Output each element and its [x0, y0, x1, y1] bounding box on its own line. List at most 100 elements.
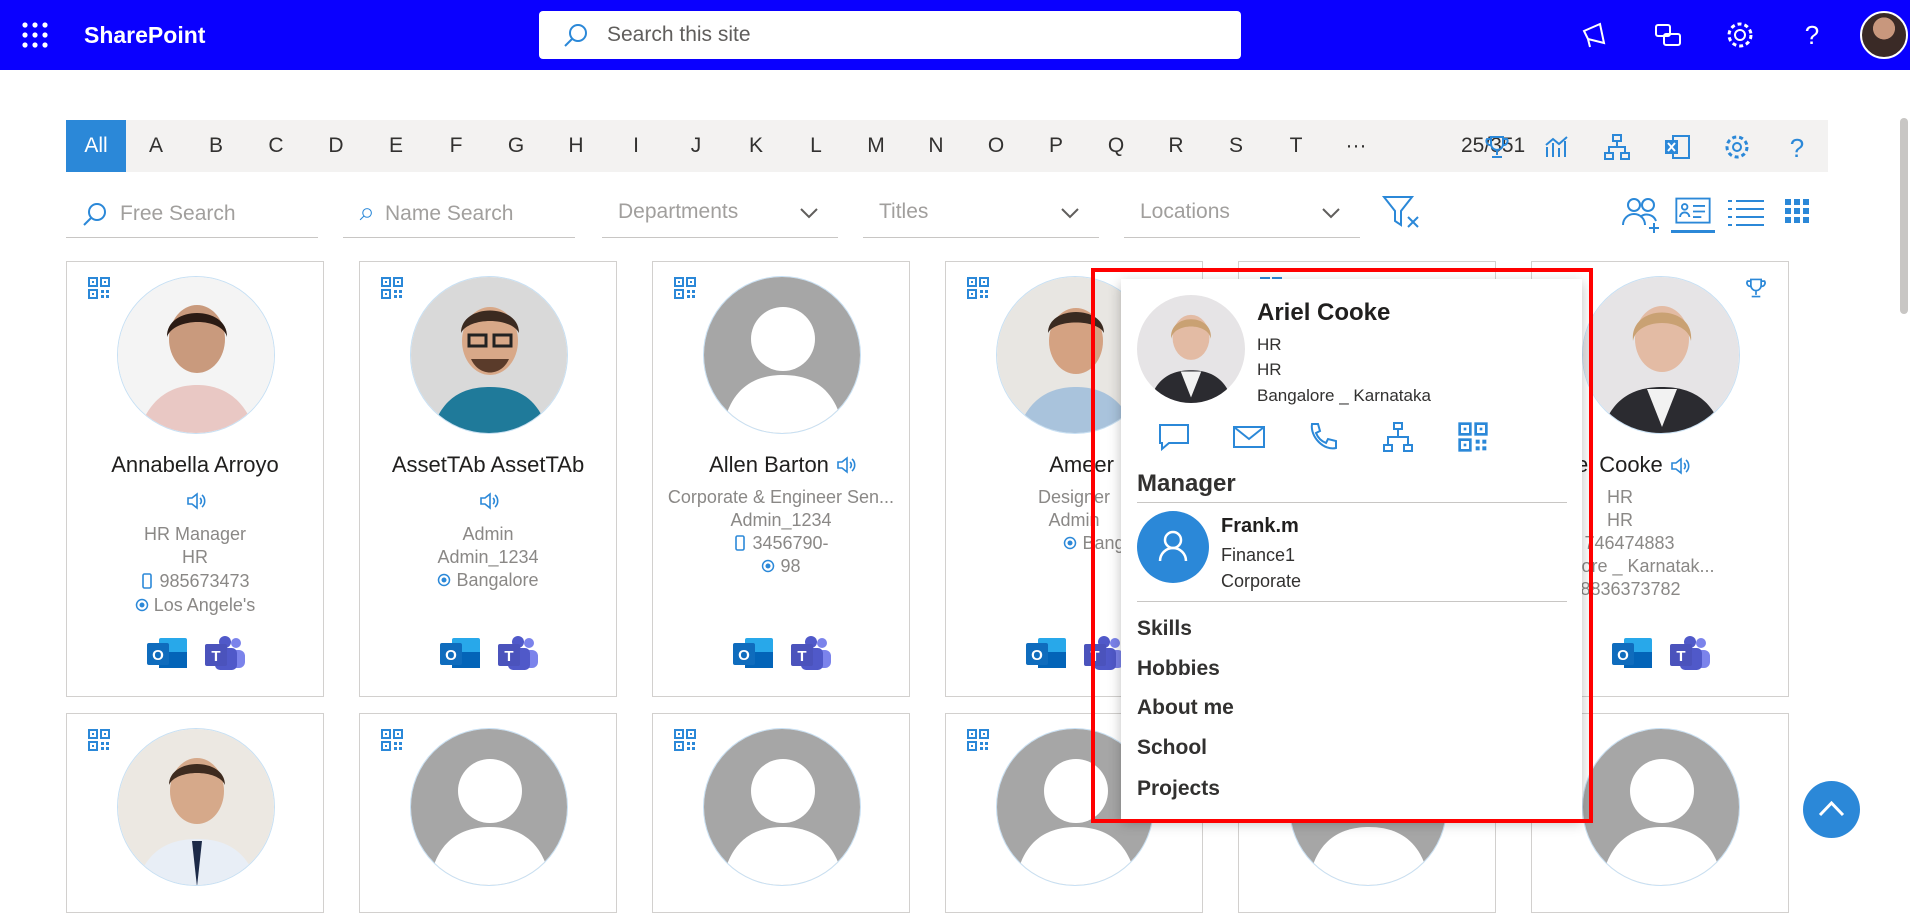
- qr-code-icon[interactable]: [966, 276, 990, 300]
- chart-icon[interactable]: [1543, 133, 1571, 161]
- qr-code-icon[interactable]: [673, 276, 697, 300]
- org-chart-icon[interactable]: [1603, 133, 1631, 161]
- user-avatar[interactable]: [1860, 11, 1908, 59]
- search-icon: [564, 24, 587, 47]
- person-card[interactable]: [66, 713, 324, 913]
- letter-l[interactable]: L: [796, 120, 836, 172]
- location-icon: [761, 559, 775, 573]
- trophy-icon[interactable]: [1744, 276, 1768, 300]
- question-icon[interactable]: ?: [1794, 17, 1830, 53]
- letter-h[interactable]: H: [556, 120, 596, 172]
- qr-code-icon[interactable]: [673, 728, 697, 752]
- person-name[interactable]: Annabella Arroyo: [67, 452, 323, 478]
- teams-icon[interactable]: [789, 634, 833, 674]
- outlook-icon[interactable]: [145, 634, 189, 674]
- outlook-icon[interactable]: [731, 634, 775, 674]
- letter-g[interactable]: G: [496, 120, 536, 172]
- letter-j[interactable]: J: [676, 120, 716, 172]
- letter-c[interactable]: C: [256, 120, 296, 172]
- name-search-input[interactable]: [385, 201, 575, 226]
- letter-d[interactable]: D: [316, 120, 356, 172]
- person-card[interactable]: [359, 713, 617, 913]
- speaker-icon[interactable]: [478, 490, 500, 512]
- page-scrollbar[interactable]: [1900, 118, 1908, 314]
- person-card[interactable]: Allen Barton Corporate & Engineer Sen...…: [652, 261, 910, 697]
- clear-filter-icon[interactable]: [1380, 193, 1424, 233]
- letter-e[interactable]: E: [376, 120, 416, 172]
- departments-dropdown[interactable]: Departments: [602, 190, 838, 238]
- speaker-icon[interactable]: [835, 454, 857, 476]
- svg-text:?: ?: [1805, 20, 1819, 50]
- person-photo: [410, 276, 568, 434]
- more-letters[interactable]: ···: [1336, 120, 1376, 172]
- person-card[interactable]: Annabella Arroyo HR Manager HR 985673473…: [66, 261, 324, 697]
- teams-icon[interactable]: [203, 634, 247, 674]
- outlook-icon[interactable]: [1610, 634, 1654, 674]
- person-photo: [703, 728, 861, 886]
- outlook-icon[interactable]: [438, 634, 482, 674]
- settings-gear-icon[interactable]: [1723, 133, 1751, 161]
- gear-icon[interactable]: [1722, 17, 1758, 53]
- search-icon: [83, 202, 106, 226]
- locations-dropdown[interactable]: Locations: [1124, 190, 1360, 238]
- qr-code-icon[interactable]: [87, 728, 111, 752]
- trophy-icon[interactable]: [1483, 133, 1511, 161]
- person-phone[interactable]: 3456790-: [653, 533, 909, 554]
- person-location: Los Angele's: [67, 595, 323, 616]
- grid-view-icon[interactable]: [1775, 193, 1819, 233]
- site-search-box[interactable]: [539, 11, 1241, 59]
- person-name[interactable]: Allen Barton: [641, 452, 897, 478]
- teams-icon[interactable]: [496, 634, 540, 674]
- waffle-icon[interactable]: [20, 20, 50, 50]
- letter-n[interactable]: N: [916, 120, 956, 172]
- speaker-icon[interactable]: [1669, 455, 1691, 477]
- letter-t[interactable]: T: [1276, 120, 1316, 172]
- letter-r[interactable]: R: [1156, 120, 1196, 172]
- letter-o[interactable]: O: [976, 120, 1016, 172]
- qr-code-icon[interactable]: [87, 276, 111, 300]
- departments-label: Departments: [618, 200, 739, 223]
- qr-code-icon[interactable]: [380, 728, 404, 752]
- qr-code-icon[interactable]: [966, 728, 990, 752]
- person-photo: [117, 728, 275, 886]
- teams-icon[interactable]: [1668, 634, 1712, 674]
- letter-b[interactable]: B: [196, 120, 236, 172]
- letter-k[interactable]: K: [736, 120, 776, 172]
- letter-s[interactable]: S: [1216, 120, 1256, 172]
- qr-code-icon[interactable]: [380, 276, 404, 300]
- mobile-icon: [140, 573, 154, 589]
- phone-number: 746474883: [1584, 533, 1675, 553]
- chat-help-icon[interactable]: [1650, 17, 1686, 53]
- letter-f[interactable]: F: [436, 120, 476, 172]
- speaker-icon[interactable]: [185, 490, 207, 512]
- person-phone[interactable]: 985673473: [67, 571, 323, 592]
- name-search-field[interactable]: [343, 190, 575, 238]
- megaphone-icon[interactable]: [1578, 17, 1614, 53]
- titles-dropdown[interactable]: Titles: [863, 190, 1099, 238]
- letter-all[interactable]: All: [66, 120, 126, 172]
- person-name[interactable]: AssetTAb AssetTAb: [360, 452, 616, 478]
- free-search-input[interactable]: [120, 201, 310, 226]
- outlook-icon[interactable]: [1024, 634, 1068, 674]
- highlight-frame: [1091, 268, 1593, 823]
- letter-a[interactable]: A: [136, 120, 176, 172]
- app-links: [145, 634, 247, 674]
- phone-number: 985673473: [159, 571, 250, 591]
- free-search-field[interactable]: [66, 190, 318, 238]
- letter-p[interactable]: P: [1036, 120, 1076, 172]
- scroll-to-top-button[interactable]: [1803, 781, 1860, 838]
- list-view-icon[interactable]: [1724, 193, 1768, 233]
- person-card[interactable]: [652, 713, 910, 913]
- letter-m[interactable]: M: [856, 120, 896, 172]
- person-card[interactable]: AssetTAb AssetTAb Admin Admin_1234 Banga…: [359, 261, 617, 697]
- letter-q[interactable]: Q: [1096, 120, 1136, 172]
- card-view-icon[interactable]: [1671, 193, 1715, 233]
- brand-title[interactable]: SharePoint: [84, 20, 205, 50]
- site-search-input[interactable]: [607, 23, 1207, 47]
- person-department: Admin_1234: [730, 510, 832, 530]
- person-photo: [1582, 276, 1740, 434]
- help-icon[interactable]: ?: [1783, 133, 1811, 161]
- add-people-icon[interactable]: [1620, 193, 1664, 233]
- letter-i[interactable]: I: [616, 120, 656, 172]
- excel-icon[interactable]: [1663, 133, 1691, 161]
